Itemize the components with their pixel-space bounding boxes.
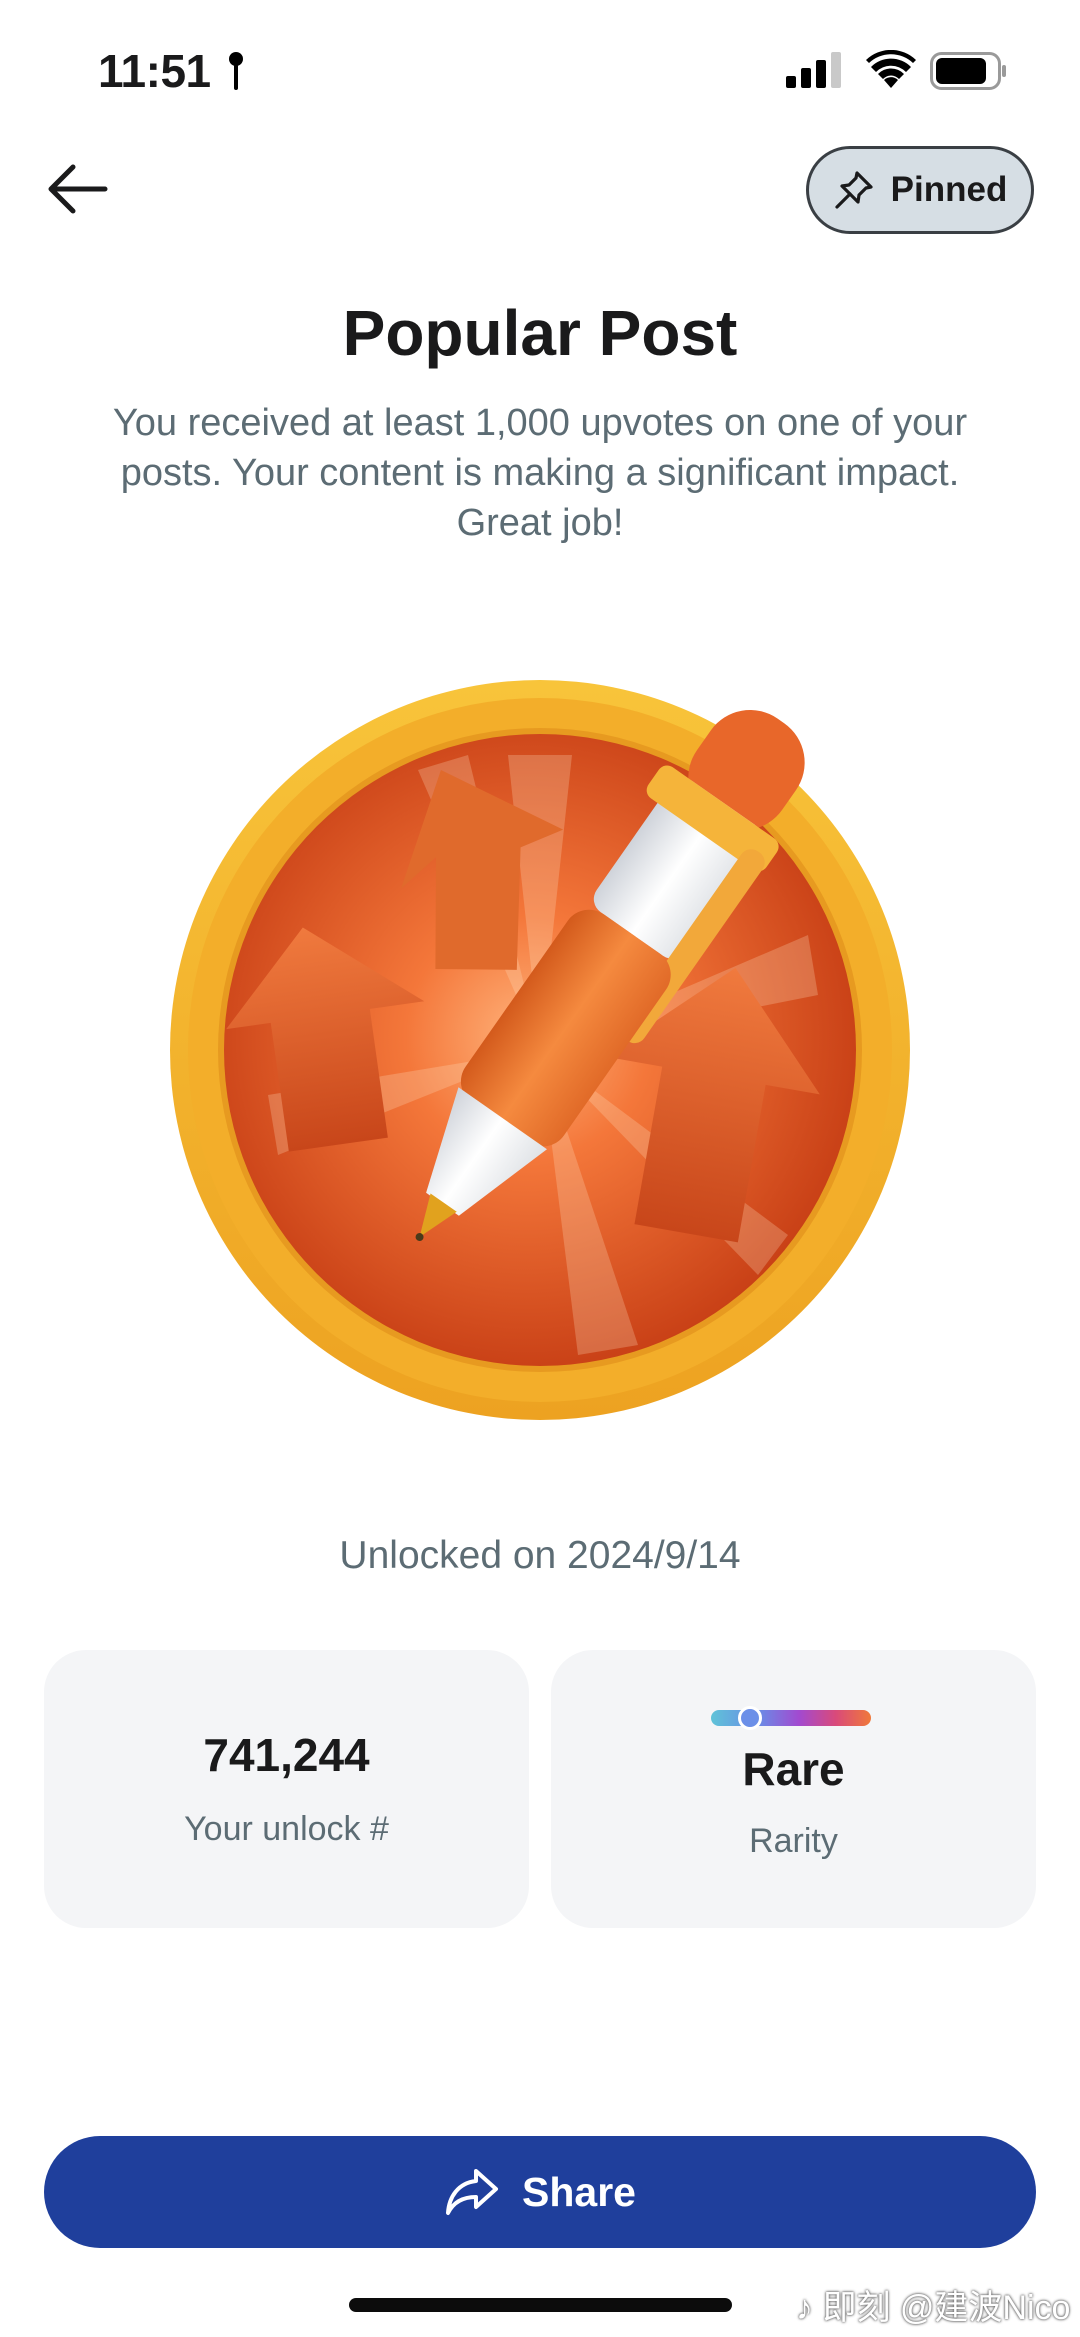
back-button[interactable] <box>38 150 116 228</box>
share-button[interactable]: Share <box>44 2136 1036 2248</box>
unlock-number-label: Your unlock # <box>184 1810 389 1848</box>
page-title: Popular Post <box>342 297 738 369</box>
unlock-number-card: 741,244 Your unlock # <box>44 1650 529 1928</box>
pin-icon <box>835 171 873 209</box>
status-time: 11:51 <box>98 45 211 97</box>
battery-icon <box>930 52 1006 90</box>
location-pin-icon <box>229 52 243 90</box>
watermark: ♪ 即刻 @建波Nico <box>796 2289 1071 2327</box>
rarity-meter <box>711 1706 871 1730</box>
share-label: Share <box>522 2168 636 2215</box>
share-arrow-icon <box>446 2169 499 2215</box>
rarity-card: Rare Rarity <box>551 1650 1036 1928</box>
rarity-value: Rare <box>742 1743 845 1795</box>
pinned-button[interactable]: Pinned <box>806 146 1034 234</box>
achievement-description: You received at least 1,000 upvotes on o… <box>112 402 968 544</box>
pinned-label: Pinned <box>890 170 1008 209</box>
rarity-label: Rarity <box>749 1822 838 1860</box>
rarity-indicator <box>738 1706 762 1730</box>
wifi-icon <box>866 50 916 88</box>
signal-icon <box>786 52 841 88</box>
unlocked-date: Unlocked on 2024/9/14 <box>339 1534 741 1577</box>
unlock-number-value: 741,244 <box>203 1729 370 1781</box>
arrow-left-icon <box>48 164 108 214</box>
pen-upvote-badge-icon <box>170 680 910 1420</box>
home-indicator <box>349 2298 732 2312</box>
